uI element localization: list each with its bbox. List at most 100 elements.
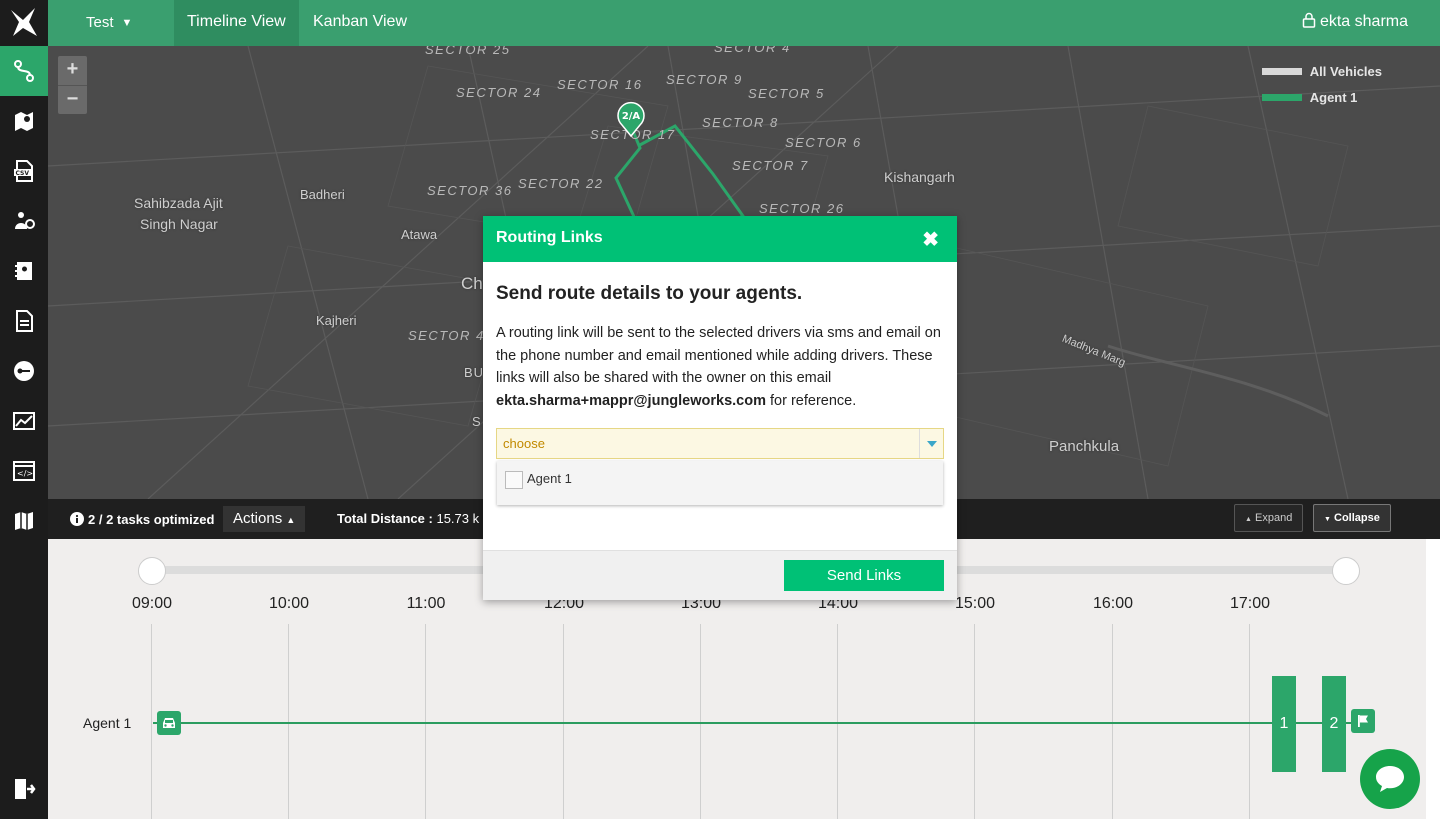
actions-label: Actions [233,510,283,527]
sidebar-item-csv[interactable]: CSV [0,146,48,196]
dropdown-toggle[interactable] [919,429,943,458]
sidebar-item-keys[interactable] [0,346,48,396]
user-name: ekta sharma [1319,13,1408,30]
hour-label: 15:00 [954,595,996,612]
map-label: Singh Nagar [140,216,218,232]
chevron-down-icon: ▼ [121,17,133,29]
map-label: S [472,414,481,429]
total-distance: Total Distance : 15.73 k [337,499,479,539]
expand-label: Expand [1255,512,1293,524]
slider-end-handle[interactable] [1332,557,1360,585]
caret-up-icon: ▲ [1245,516,1252,523]
map-label: SECTOR 22 [518,176,604,191]
map-label: SECTOR 16 [557,77,643,92]
task-block[interactable]: 1 [1272,676,1296,772]
collapse-label: Collapse [1334,512,1380,524]
team-name: Test [86,14,114,31]
lock-icon [1302,13,1316,29]
hour-label: 16:00 [1092,595,1134,612]
sidebar-item-locations[interactable] [0,96,48,146]
agent-select[interactable]: choose [496,428,944,459]
logout-button[interactable] [0,777,48,801]
map-label: Badheri [300,187,345,202]
zoom-controls: + − [58,56,87,114]
sidebar-item-contacts[interactable] [0,246,48,296]
slider-start-handle[interactable] [138,557,166,585]
task-pin-icon[interactable]: 2/A [616,101,646,137]
map-legend: All Vehicles Agent 1 [1261,58,1382,110]
user-menu[interactable]: ekta sharma [1302,0,1408,46]
hour-label: 09:00 [131,595,173,612]
caret-down-icon: ▼ [1324,516,1331,523]
logout-icon [15,779,36,799]
sidebar-item-analytics[interactable] [0,396,48,446]
routing-links-modal: Routing Links ✖ Send route details to yo… [483,216,957,600]
tab-kanban-view[interactable]: Kanban View [300,0,420,46]
hour-gridline [151,624,152,819]
caret-down-icon [926,440,937,447]
map-label: SECTOR 7 [732,158,809,173]
map-label: SECTOR 25 [425,46,511,57]
csv-icon: CSV [14,160,33,182]
sidebar-item-agents[interactable] [0,196,48,246]
modal-heading: Send route details to your agents. [496,283,803,304]
agent-dropdown: Agent 1 [497,461,943,505]
sidebar-item-api[interactable]: </> [0,446,48,496]
expand-button[interactable]: ▲ Expand [1234,504,1304,532]
collapse-button[interactable]: ▼ Collapse [1313,504,1391,532]
map-label: SECTOR 44 [408,328,494,343]
agent-checkbox[interactable] [505,471,523,489]
modal-header: Routing Links ✖ [483,216,957,262]
agent-option-label[interactable]: Agent 1 [527,471,572,486]
map-label: Panchkula [1049,438,1120,455]
pin-label: 2/A [622,111,641,122]
team-selector[interactable]: Test ▼ [86,0,132,46]
optimized-count: 2 / 2 tasks optimized [88,512,215,527]
map-label: BU [464,365,485,380]
sidebar: CSV </> [0,0,48,819]
legend-agent-1[interactable]: Agent 1 [1261,84,1382,110]
legend-label: Agent 1 [1309,89,1358,105]
hour-label: 11:00 [406,595,446,612]
map-pins-icon [15,112,33,131]
zoom-in-button[interactable]: + [58,56,87,85]
legend-all-vehicles[interactable]: All Vehicles [1261,58,1382,84]
map-label: SECTOR 4 [714,46,791,55]
send-links-button[interactable]: Send Links [784,560,944,591]
modal-title: Routing Links [496,229,603,246]
start-vehicle-icon[interactable] [157,711,181,735]
actions-button[interactable]: Actions ▲ [223,506,306,532]
zoom-out-button[interactable]: − [58,85,87,114]
map-label: SECTOR 8 [702,115,779,130]
close-icon[interactable]: ✖ [922,227,939,252]
legend-label: All Vehicles [1309,63,1382,79]
sidebar-item-documents[interactable] [0,296,48,346]
modal-footer: Send Links [483,550,957,600]
agent-row-label: Agent 1 [83,715,132,731]
sidebar-item-routes[interactable] [0,46,48,96]
map-label: SECTOR 6 [785,135,862,150]
map-label: Kishangarh [884,169,955,185]
agent-select-value: choose [503,436,545,451]
map-label: SECTOR 5 [748,86,825,101]
tab-timeline-view[interactable]: Timeline View [174,0,299,46]
chat-button[interactable] [1360,749,1420,809]
description-suffix: for reference. [766,392,857,409]
map-label: SECTOR 26 [759,201,845,216]
app-logo[interactable] [0,0,48,46]
description-text: A routing link will be sent to the selec… [496,325,941,386]
svg-text:</>: </> [17,469,33,478]
distance-label: Total Distance : [337,511,433,526]
modal-description: A routing link will be sent to the selec… [496,322,942,412]
map-label: SECTOR 36 [427,183,513,198]
top-bar: Test ▼ Timeline View Kanban View ekta sha… [48,0,1440,46]
route-icon [14,60,34,82]
map-label: Ch [461,274,483,293]
address-book-icon [15,262,32,280]
map-label: Atawa [401,227,438,242]
agent-route-line [153,722,1373,724]
timeline-scrollbar[interactable] [1426,539,1440,819]
end-flag-icon[interactable] [1351,709,1375,733]
sidebar-item-map[interactable] [0,496,48,546]
task-block[interactable]: 2 [1322,676,1346,772]
